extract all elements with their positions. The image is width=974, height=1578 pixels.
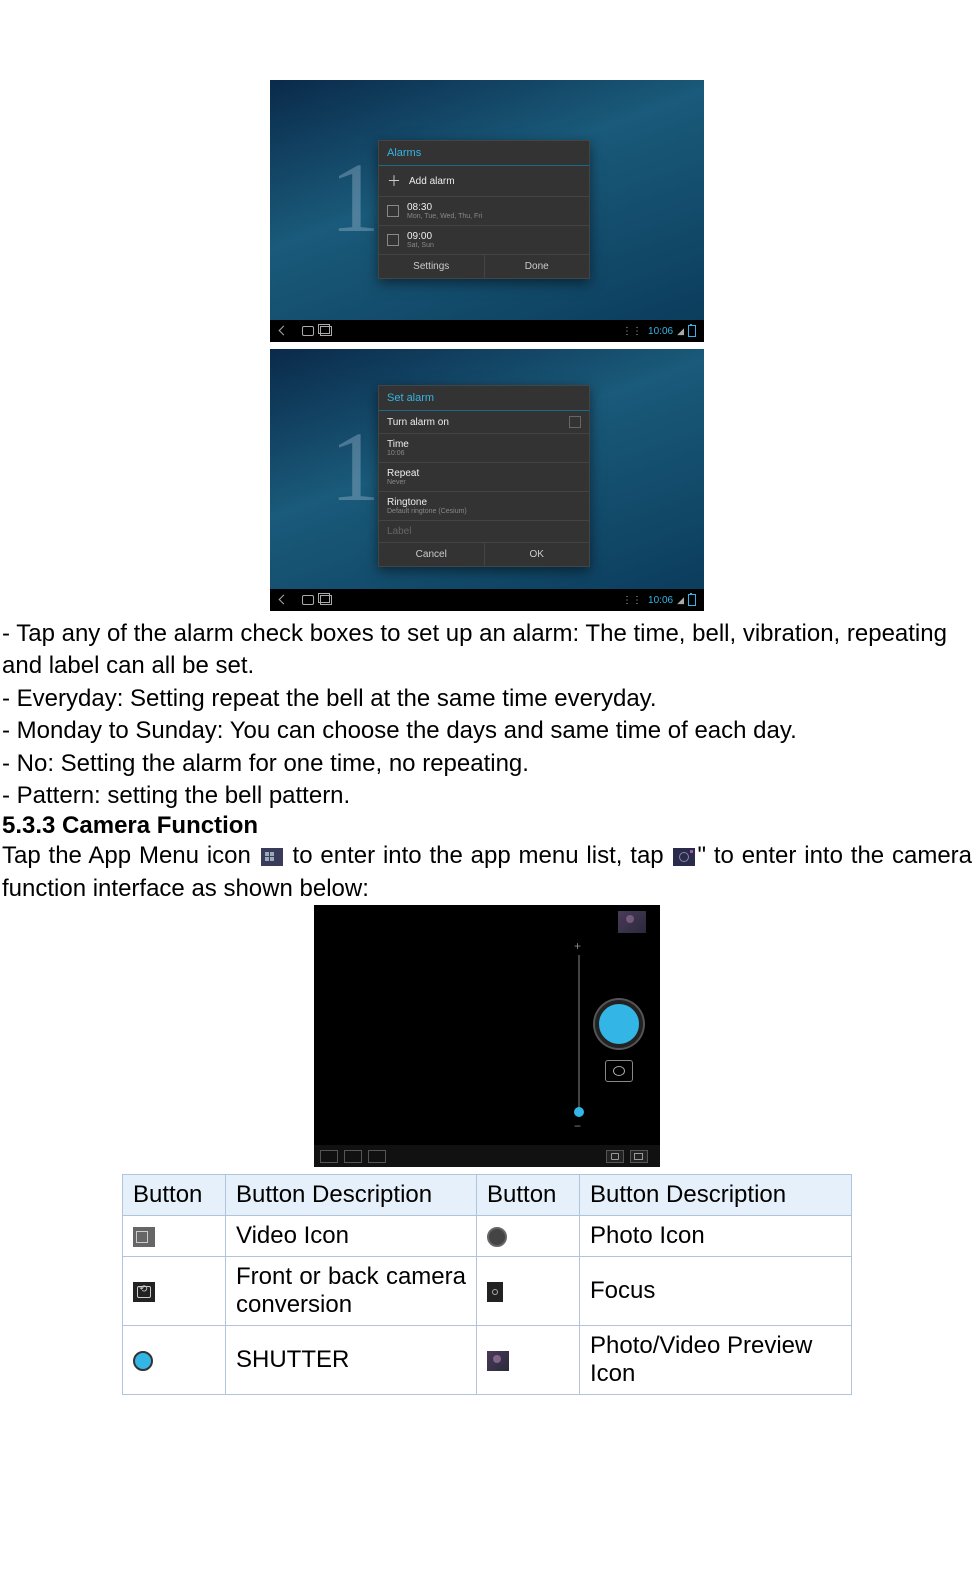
video-mode-icon[interactable] — [630, 1150, 648, 1163]
clock-digit: 1 — [330, 409, 380, 524]
status-time: 10:06 — [648, 326, 673, 337]
notification-icon: ⋮⋮ — [622, 326, 642, 337]
alarm-time: 09:00 — [407, 231, 434, 242]
system-navbar: ⋮⋮ 10:06 ◢ — [270, 320, 704, 342]
add-alarm-row[interactable]: ＋ Add alarm — [379, 166, 589, 197]
table-cell-desc: Front or back camera conversion — [226, 1257, 477, 1326]
system-navbar: ⋮⋮ 10:06 ◢ — [270, 589, 704, 611]
table-cell-icon — [477, 1216, 580, 1257]
alarm-row-2[interactable]: 09:00 Sat, Sun — [379, 226, 589, 255]
alarms-list-screenshot: 1 Alarms ＋ Add alarm 08:30 Mon, Tue, Wed… — [270, 80, 704, 342]
photo-icon — [487, 1227, 507, 1247]
settings-button[interactable]: Settings — [379, 255, 484, 278]
camera-bottom-bar — [314, 1145, 660, 1167]
table-header: Button Description — [580, 1175, 852, 1216]
back-icon[interactable] — [278, 325, 296, 337]
wifi-icon: ◢ — [677, 595, 684, 606]
photo-video-preview-icon[interactable] — [618, 911, 646, 933]
zoom-slider[interactable] — [578, 955, 580, 1117]
dialog-title: Alarms — [379, 141, 589, 166]
repeat-row[interactable]: Repeat Never — [379, 463, 589, 492]
home-icon[interactable] — [302, 595, 314, 605]
camera-app-icon — [673, 848, 695, 866]
nav-icon[interactable] — [368, 1150, 386, 1163]
text-segment: Tap the App Menu icon — [2, 842, 259, 869]
status-time: 10:06 — [648, 595, 673, 606]
battery-icon — [688, 325, 696, 337]
instruction-text: - No: Setting the alarm for one time, no… — [0, 748, 974, 780]
checkbox-icon[interactable] — [387, 234, 399, 246]
instruction-text: - Tap any of the alarm check boxes to se… — [0, 618, 974, 683]
table-cell-icon — [477, 1326, 580, 1395]
row-value: 10:06 — [387, 450, 409, 457]
shutter-button[interactable] — [595, 1000, 643, 1048]
instruction-text: - Pattern: setting the bell pattern. — [0, 780, 974, 812]
text-segment: to enter into the app menu list, tap — [285, 842, 672, 869]
alarm-days: Sat, Sun — [407, 242, 434, 249]
instruction-text: - Everyday: Setting repeat the bell at t… — [0, 683, 974, 715]
notification-icon: ⋮⋮ — [622, 595, 642, 606]
home-icon[interactable] — [302, 326, 314, 336]
time-row[interactable]: Time 10:06 — [379, 434, 589, 463]
zoom-handle[interactable] — [574, 1107, 584, 1117]
table-cell-icon — [123, 1257, 226, 1326]
nav-icon[interactable] — [320, 1150, 338, 1163]
table-cell-icon — [123, 1216, 226, 1257]
alarm-row-1[interactable]: 08:30 Mon, Tue, Wed, Thu, Fri — [379, 197, 589, 226]
ok-button[interactable]: OK — [484, 543, 590, 566]
video-icon — [133, 1227, 155, 1247]
camera-switch-icon — [133, 1282, 155, 1302]
photo-mode-icon[interactable] — [606, 1150, 624, 1163]
preview-icon — [487, 1351, 509, 1371]
instruction-text: - Monday to Sunday: You can choose the d… — [0, 715, 974, 747]
camera-switch-icon[interactable] — [605, 1060, 633, 1082]
row-value: Default ringtone (Cesium) — [387, 508, 467, 515]
alarms-dialog: Alarms ＋ Add alarm 08:30 Mon, Tue, Wed, … — [378, 140, 590, 279]
wifi-icon: ◢ — [677, 326, 684, 337]
alarm-days: Mon, Tue, Wed, Thu, Fri — [407, 213, 482, 220]
label-row[interactable]: Label — [379, 521, 589, 543]
focus-icon — [487, 1282, 503, 1302]
row-label: Turn alarm on — [387, 417, 449, 428]
row-value: Never — [387, 479, 419, 486]
row-label: Time — [387, 439, 409, 450]
alarm-time: 08:30 — [407, 202, 482, 213]
table-header: Button Description — [226, 1175, 477, 1216]
cancel-button[interactable]: Cancel — [379, 543, 484, 566]
row-label: Label — [387, 526, 411, 537]
battery-icon — [688, 594, 696, 606]
camera-interface-screenshot — [314, 905, 660, 1167]
section-heading: 5.3.3 Camera Function — [0, 812, 974, 840]
nav-icon[interactable] — [344, 1150, 362, 1163]
table-cell-icon — [123, 1326, 226, 1395]
row-label: Ringtone — [387, 497, 467, 508]
table-cell-desc: Photo/Video Preview Icon — [580, 1326, 852, 1395]
table-header: Button — [477, 1175, 580, 1216]
table-cell-desc: SHUTTER — [226, 1326, 477, 1395]
recent-apps-icon[interactable] — [320, 326, 332, 336]
back-icon[interactable] — [278, 594, 296, 606]
table-cell-desc: Video Icon — [226, 1216, 477, 1257]
table-cell-icon — [477, 1257, 580, 1326]
plus-icon: ＋ — [387, 171, 401, 191]
shutter-icon — [133, 1351, 153, 1371]
checkbox-icon[interactable] — [569, 416, 581, 428]
app-menu-icon — [261, 848, 283, 866]
set-alarm-dialog: Set alarm Turn alarm on Time 10:06 Repea… — [378, 385, 590, 567]
turn-alarm-on-row[interactable]: Turn alarm on — [379, 411, 589, 434]
done-button[interactable]: Done — [484, 255, 590, 278]
table-cell-desc: Focus — [580, 1257, 852, 1326]
clock-digit: 1 — [330, 140, 380, 255]
row-label: Repeat — [387, 468, 419, 479]
recent-apps-icon[interactable] — [320, 595, 332, 605]
dialog-title: Set alarm — [379, 386, 589, 411]
table-header: Button — [123, 1175, 226, 1216]
checkbox-icon[interactable] — [387, 205, 399, 217]
button-description-table: Button Button Description Button Button … — [122, 1174, 852, 1395]
camera-intro-paragraph: Tap the App Menu icon to enter into the … — [0, 840, 974, 905]
add-alarm-label: Add alarm — [409, 176, 455, 187]
table-cell-desc: Photo Icon — [580, 1216, 852, 1257]
set-alarm-screenshot: 1 Set alarm Turn alarm on Time 10:06 Rep… — [270, 349, 704, 611]
ringtone-row[interactable]: Ringtone Default ringtone (Cesium) — [379, 492, 589, 521]
